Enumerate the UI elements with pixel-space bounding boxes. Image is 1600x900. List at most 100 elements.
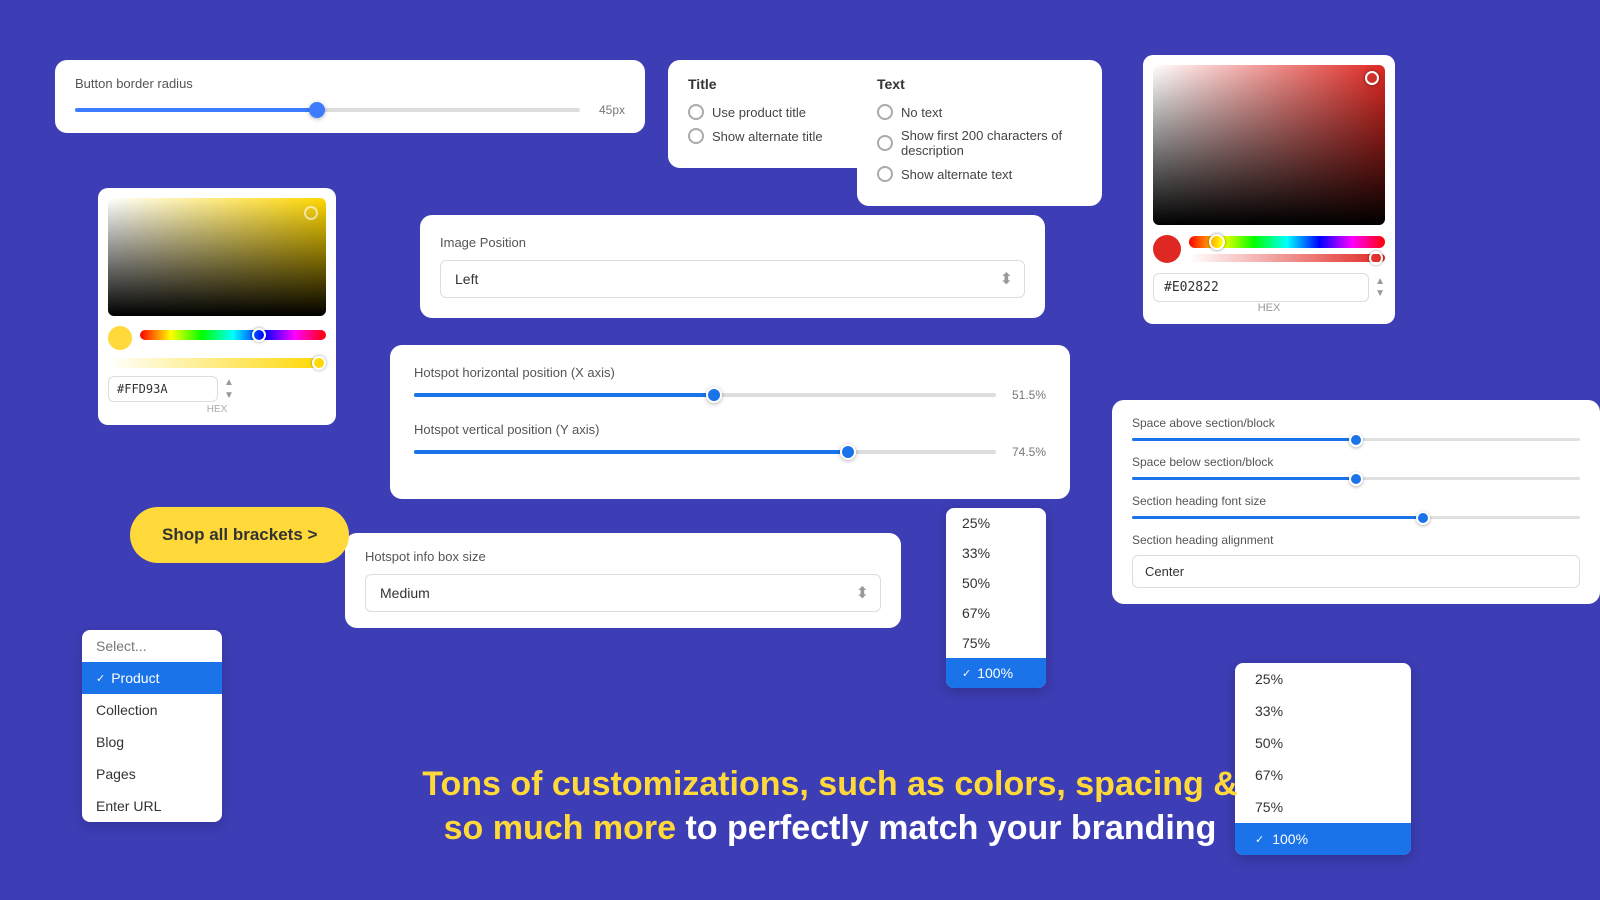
dropdown-placeholder[interactable]: Select... — [82, 630, 222, 662]
opacity-thumb-yellow[interactable] — [312, 356, 326, 370]
bottom-yellow-text-1: Tons of customizations, such as colors, … — [422, 765, 1238, 803]
spacing-slider-row-2 — [1132, 477, 1580, 480]
hex-row-yellow: ▲ ▼ — [108, 376, 326, 402]
hotspot-y-track[interactable] — [414, 450, 996, 454]
border-radius-slider-row: 45px — [75, 103, 625, 117]
hotspot-y-fill — [414, 450, 848, 454]
text-label-3: Show alternate text — [901, 167, 1012, 182]
spacing-fill-3 — [1132, 516, 1423, 519]
color-spectrum-row-yellow — [108, 326, 326, 350]
spacing-track-3[interactable] — [1132, 516, 1580, 519]
opacity-bar-red[interactable] — [1189, 254, 1385, 262]
bottom-text-line2: so much more to perfectly match your bra… — [280, 806, 1380, 850]
pct-large-item-25[interactable]: 25% — [1235, 663, 1411, 695]
text-label-1: No text — [901, 105, 942, 120]
hex-label-red: HEX — [1153, 302, 1385, 314]
text-option-1[interactable]: No text — [877, 104, 1082, 120]
opacity-bar-yellow[interactable] — [108, 358, 326, 368]
dropdown-item-pages[interactable]: Pages — [82, 758, 222, 790]
opacity-thumb-red[interactable] — [1369, 251, 1383, 265]
pct-dropdown-small: 25% 33% 50% 67% 75% ✓ 100% — [946, 508, 1046, 688]
image-position-heading: Image Position — [440, 235, 1025, 250]
check-icon: ✓ — [96, 672, 105, 685]
spacing-label-1: Space above section/block — [1132, 416, 1580, 430]
hotspot-x-label: Hotspot horizontal position (X axis) — [414, 365, 1046, 380]
pct-label-100: 100% — [977, 665, 1013, 681]
color-swatch-yellow — [108, 326, 132, 350]
bottom-text-line1: Tons of customizations, such as colors, … — [280, 762, 1380, 806]
text-radio-1[interactable] — [877, 104, 893, 120]
pct-item-75[interactable]: 75% — [946, 628, 1046, 658]
color-gradient-red[interactable] — [1153, 65, 1385, 225]
pct-large-item-33[interactable]: 33% — [1235, 695, 1411, 727]
spacing-card: Space above section/block Space below se… — [1112, 400, 1600, 604]
text-option-3[interactable]: Show alternate text — [877, 166, 1082, 182]
spacing-thumb-3[interactable] — [1416, 511, 1430, 525]
hotspot-x-track[interactable] — [414, 393, 996, 397]
shop-all-brackets-button[interactable]: Shop all brackets > — [130, 507, 349, 563]
heading-alignment-select[interactable]: Center Left Right — [1132, 555, 1580, 588]
spacing-label-2: Space below section/block — [1132, 455, 1580, 469]
heading-alignment-wrapper: Center Left Right — [1132, 555, 1580, 588]
text-card: Text No text Show first 200 characters o… — [857, 60, 1102, 206]
text-radio-3[interactable] — [877, 166, 893, 182]
title-label-2: Show alternate title — [712, 129, 823, 144]
text-radio-2[interactable] — [877, 135, 893, 151]
dropdown-item-blog[interactable]: Blog — [82, 726, 222, 758]
color-gradient-yellow[interactable] — [108, 198, 326, 316]
pct-item-33[interactable]: 33% — [946, 538, 1046, 568]
image-position-select[interactable]: Left Right Center — [440, 260, 1025, 298]
pct-item-100[interactable]: ✓ 100% — [946, 658, 1046, 688]
border-radius-thumb[interactable] — [309, 102, 325, 118]
link-type-dropdown: Select... ✓ Product Collection Blog Page… — [82, 630, 222, 822]
hex-input-yellow[interactable] — [108, 376, 218, 402]
border-radius-track[interactable] — [75, 108, 580, 112]
spacing-fill-1 — [1132, 438, 1356, 441]
pct-item-67[interactable]: 67% — [946, 598, 1046, 628]
color-gradient-thumb-yellow[interactable] — [304, 206, 318, 220]
dropdown-item-collection[interactable]: Collection — [82, 694, 222, 726]
spectrum-thumb-red[interactable] — [1209, 234, 1225, 250]
pct-large-item-50[interactable]: 50% — [1235, 727, 1411, 759]
hex-spinner-yellow[interactable]: ▲ ▼ — [224, 377, 234, 401]
hotspot-x-fill — [414, 393, 714, 397]
spacing-track-1[interactable] — [1132, 438, 1580, 441]
spacing-track-2[interactable] — [1132, 477, 1580, 480]
hex-spinner-red[interactable]: ▲ ▼ — [1375, 277, 1385, 299]
bottom-yellow-text-2: so much more — [444, 809, 676, 847]
hotspot-size-select[interactable]: Medium Small Large — [365, 574, 881, 612]
pct-item-50[interactable]: 50% — [946, 568, 1046, 598]
bottom-white-suffix: to perfectly match your branding — [685, 809, 1216, 847]
title-option-2[interactable]: Show alternate title — [688, 128, 878, 144]
hotspot-position-card: Hotspot horizontal position (X axis) 51.… — [390, 345, 1070, 499]
hotspot-y-slider-row: 74.5% — [414, 445, 1046, 459]
color-spectrum-row-red — [1153, 235, 1385, 263]
text-option-2[interactable]: Show first 200 characters of description — [877, 128, 1082, 158]
check-icon-pct: ✓ — [962, 667, 971, 680]
hex-row-red: ▲ ▼ — [1153, 273, 1385, 302]
spectrum-thumb-yellow[interactable] — [252, 328, 266, 342]
spacing-thumb-1[interactable] — [1349, 433, 1363, 447]
spectrum-bar-red[interactable] — [1189, 236, 1385, 248]
dropdown-item-product[interactable]: ✓ Product — [82, 662, 222, 694]
spacing-thumb-2[interactable] — [1349, 472, 1363, 486]
hotspot-y-thumb[interactable] — [840, 444, 856, 460]
hotspot-x-value: 51.5% — [1006, 388, 1046, 402]
hotspot-size-heading: Hotspot info box size — [365, 549, 881, 564]
title-option-1[interactable]: Use product title — [688, 104, 878, 120]
spectrum-wrapper-red — [1189, 236, 1385, 262]
text-heading: Text — [877, 76, 1082, 92]
spacing-label-3: Section heading font size — [1132, 494, 1580, 508]
title-radio-1[interactable] — [688, 104, 704, 120]
hotspot-x-thumb[interactable] — [706, 387, 722, 403]
hex-input-red[interactable] — [1153, 273, 1369, 302]
pct-item-25[interactable]: 25% — [946, 508, 1046, 538]
color-picker-yellow: ▲ ▼ HEX — [98, 188, 336, 425]
title-radio-2[interactable] — [688, 128, 704, 144]
spacing-slider-row-3 — [1132, 516, 1580, 519]
color-gradient-thumb-red[interactable] — [1365, 71, 1379, 85]
title-label-1: Use product title — [712, 105, 806, 120]
spectrum-bar-yellow[interactable] — [140, 330, 326, 340]
dropdown-item-enter-url[interactable]: Enter URL — [82, 790, 222, 822]
hotspot-y-value: 74.5% — [1006, 445, 1046, 459]
